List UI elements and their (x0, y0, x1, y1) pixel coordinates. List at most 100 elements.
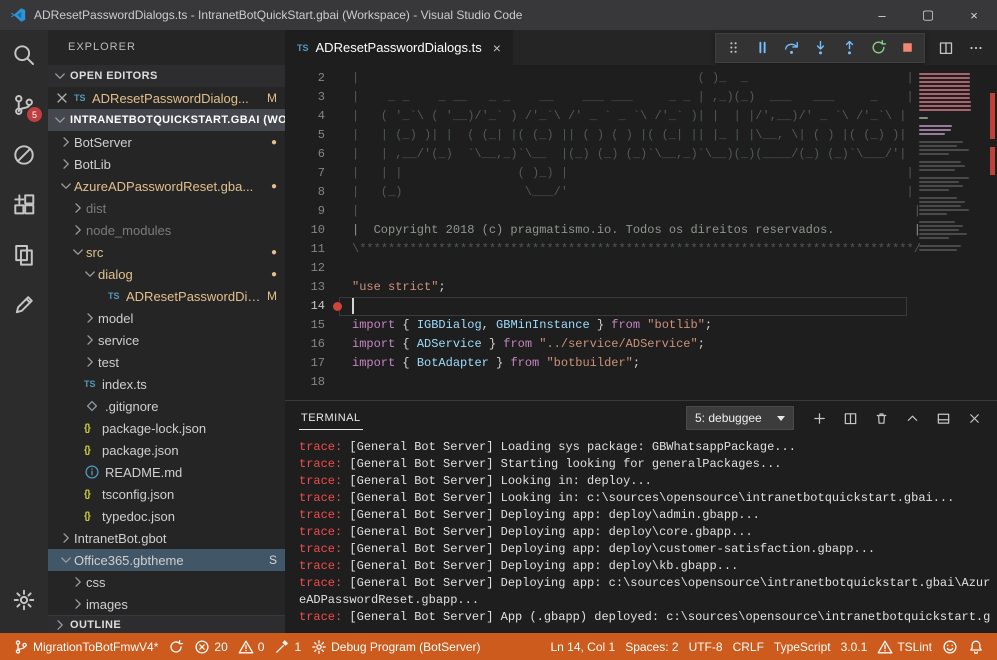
line-number[interactable]: 4 (285, 107, 325, 126)
line-number[interactable]: 12 (285, 259, 325, 278)
step-out-button[interactable] (836, 36, 862, 60)
outline-section-header[interactable]: OUTLINE (48, 615, 285, 633)
line-number[interactable]: 2 (285, 69, 325, 88)
status-tasks[interactable]: 1 (269, 633, 306, 660)
code-line: | Copyright 2018 (c) pragmatismo.io. Tod… (352, 221, 997, 240)
tree-item-tsconfig-json[interactable]: {}tsconfig.json (48, 483, 285, 505)
activity-bar-item-settings[interactable] (0, 575, 48, 625)
line-number[interactable]: 13 (285, 278, 325, 297)
status-cursor-position[interactable]: Ln 14, Col 1 (545, 633, 620, 660)
tree-item-adresetpassworddial[interactable]: TSADResetPasswordDial...M (48, 285, 285, 307)
terminal-select[interactable]: 5: debuggee (686, 406, 794, 430)
tree-item-dist[interactable]: dist (48, 197, 285, 219)
tree-item-botserver[interactable]: BotServer● (48, 131, 285, 153)
chevron-right-icon (70, 596, 86, 612)
open-editors-header[interactable]: OPEN EDITORS (48, 65, 285, 87)
step-over-button[interactable] (778, 36, 804, 60)
tree-item-node-modules[interactable]: node_modules (48, 219, 285, 241)
terminal-output[interactable]: trace: [General Bot Server] Loading sys … (285, 435, 997, 633)
status-notifications[interactable] (963, 633, 989, 660)
tree-item-dialog[interactable]: dialog● (48, 263, 285, 285)
new-terminal-button[interactable] (810, 409, 828, 427)
tree-item-azureadpasswordreset-gba[interactable]: AzureADPasswordReset.gba...● (48, 175, 285, 197)
close-panel-button[interactable] (965, 409, 983, 427)
activity-bar-item-debug[interactable] (0, 130, 48, 180)
minimap[interactable] (917, 67, 975, 393)
line-number[interactable]: 11 (285, 240, 325, 259)
status-errors[interactable]: 20 (189, 633, 232, 660)
editor[interactable]: 23456789101112131415161718 | ( )_ _ || _… (285, 65, 997, 400)
status-warnings[interactable]: 0 (233, 633, 270, 660)
status-debug-config[interactable]: Debug Program (BotServer) (306, 633, 485, 660)
code-line: | ( '_`\ ( '__)/'_` ) /'_`\ /' _ ` _ `\ … (352, 107, 997, 126)
maximize-panel-button[interactable] (903, 409, 921, 427)
pause-button[interactable] (749, 36, 775, 60)
tree-item-gitignore[interactable]: .gitignore (48, 395, 285, 417)
tree-item-package-json[interactable]: {}package.json (48, 439, 285, 461)
line-number[interactable]: 5 (285, 126, 325, 145)
tree-item-service[interactable]: service (48, 329, 285, 351)
chevron-up-icon (905, 411, 920, 426)
stop-button[interactable] (894, 36, 920, 60)
terminal-line: trace: [General Bot Server] Deploying ap… (299, 524, 996, 541)
tree-item-office365-gbtheme[interactable]: Office365.gbthemeS (48, 549, 285, 571)
line-number[interactable]: 3 (285, 88, 325, 107)
workspace-section-header[interactable]: INTRANETBOTQUICKSTART.GBAI (WO... (48, 109, 285, 131)
line-number[interactable]: 16 (285, 335, 325, 354)
status-indentation[interactable]: Spaces: 2 (620, 633, 683, 660)
code-area[interactable]: | ( )_ _ || _ _ _ __ _ _ __ ___ ___ _ _ … (331, 65, 997, 400)
split-terminal-button[interactable] (841, 409, 859, 427)
gutter[interactable]: 23456789101112131415161718 (285, 65, 331, 400)
status-eol[interactable]: CRLF (728, 633, 769, 660)
line-number[interactable]: 15 (285, 316, 325, 335)
tree-item-test[interactable]: test (48, 351, 285, 373)
tab-adresetpassworddialogs-ts[interactable]: TS ADResetPasswordDialogs.ts × (285, 30, 513, 65)
tree-item-css[interactable]: css (48, 571, 285, 593)
line-number[interactable]: 6 (285, 145, 325, 164)
tab-close-icon[interactable]: × (493, 40, 501, 56)
line-number[interactable]: 10 (285, 221, 325, 240)
split-editor-button[interactable] (933, 35, 959, 61)
line-number[interactable]: 14 (285, 297, 325, 316)
tree-item-images[interactable]: images (48, 593, 285, 615)
open-editor-item-adresetpassworddialog[interactable]: TSADResetPasswordDialog...M (48, 87, 285, 109)
restart-button[interactable] (865, 36, 891, 60)
tree-item-typedoc-json[interactable]: {}typedoc.json (48, 505, 285, 527)
activity-bar-item-pages[interactable] (0, 230, 48, 280)
line-number[interactable]: 18 (285, 373, 325, 392)
code-line: | | (352, 202, 997, 221)
line-number[interactable]: 8 (285, 183, 325, 202)
line-number[interactable]: 7 (285, 164, 325, 183)
tree-item-intranetbot-gbot[interactable]: IntranetBot.gbot (48, 527, 285, 549)
more-actions-button[interactable] (963, 35, 989, 61)
tree-item-index-ts[interactable]: TSindex.ts (48, 373, 285, 395)
status-branch[interactable]: MigrationToBotFmwV4* (8, 633, 163, 660)
tree-item-model[interactable]: model (48, 307, 285, 329)
tree-item-package-lock-json[interactable]: {}package-lock.json (48, 417, 285, 439)
activity-bar-item-search[interactable] (0, 30, 48, 80)
status-feedback[interactable] (937, 633, 963, 660)
step-into-button[interactable] (807, 36, 833, 60)
tab-terminal[interactable]: TERMINAL (299, 406, 363, 430)
close-icon[interactable] (54, 90, 70, 106)
chevron-right-icon (70, 574, 86, 590)
activity-bar-item-source-control[interactable]: 5 (0, 80, 48, 130)
maximize-button[interactable]: ▢ (905, 0, 951, 30)
breakpoint-icon[interactable] (333, 302, 342, 311)
tree-item-botlib[interactable]: BotLib (48, 153, 285, 175)
kill-terminal-button[interactable] (872, 409, 890, 427)
line-number[interactable]: 17 (285, 354, 325, 373)
tree-item-src[interactable]: src● (48, 241, 285, 263)
activity-bar-item-extensions[interactable] (0, 180, 48, 230)
tree-item-readme-md[interactable]: README.md (48, 461, 285, 483)
status-sync[interactable] (163, 633, 189, 660)
status-encoding[interactable]: UTF-8 (684, 633, 728, 660)
activity-bar-item-edit[interactable] (0, 280, 48, 330)
status-language[interactable]: TypeScript (769, 633, 836, 660)
minimize-button[interactable]: – (859, 0, 905, 30)
move-panel-button[interactable] (934, 409, 952, 427)
status-ts-version[interactable]: 3.0.1 (836, 633, 873, 660)
status-tslint[interactable]: TSLint (872, 633, 937, 660)
close-button[interactable]: × (951, 0, 997, 30)
line-number[interactable]: 9 (285, 202, 325, 221)
